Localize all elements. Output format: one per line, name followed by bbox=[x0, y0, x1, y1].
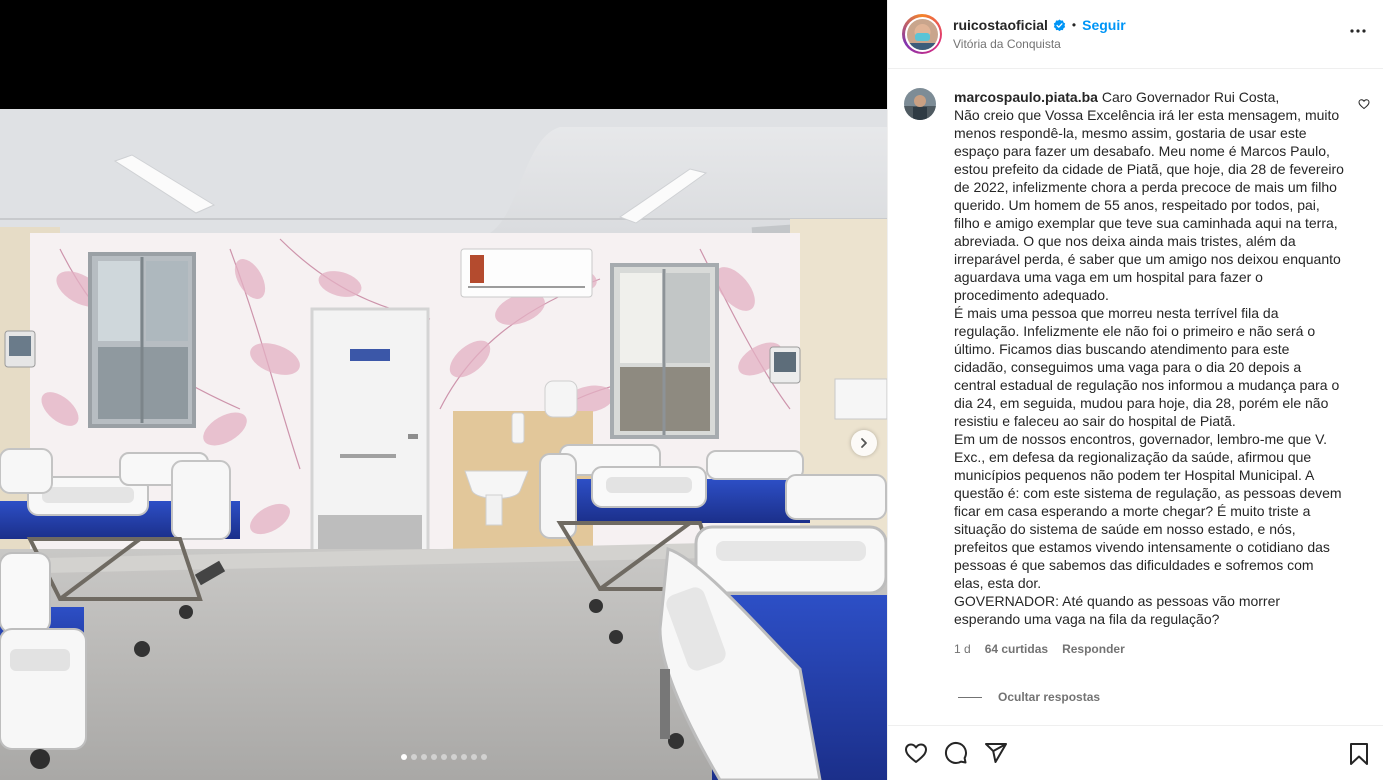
comment-text: marcospaulo.piata.ba Caro Governador Rui… bbox=[954, 88, 1344, 628]
like-button[interactable] bbox=[904, 741, 928, 765]
post-photo[interactable] bbox=[0, 109, 887, 780]
commenter-avatar[interactable] bbox=[904, 88, 936, 120]
header-separator: • bbox=[1071, 18, 1077, 32]
comment-icon bbox=[944, 741, 967, 764]
carousel-next-button[interactable] bbox=[851, 430, 877, 456]
hide-replies-label: Ocultar respostas bbox=[998, 690, 1101, 704]
share-button[interactable] bbox=[984, 741, 1008, 765]
post-location[interactable]: Vitória da Conquista bbox=[953, 37, 1126, 51]
post-media bbox=[0, 0, 887, 780]
carousel-dot bbox=[460, 754, 467, 760]
chevron-right-icon bbox=[861, 438, 867, 448]
comment-button[interactable] bbox=[944, 741, 968, 765]
share-icon bbox=[985, 743, 1007, 763]
comment-time[interactable]: 1 d bbox=[954, 642, 971, 656]
comment-item: marcospaulo.piata.ba Caro Governador Rui… bbox=[888, 70, 1383, 656]
carousel-dot bbox=[400, 754, 407, 760]
carousel-dot bbox=[450, 754, 457, 760]
verified-badge-icon bbox=[1053, 18, 1066, 32]
instagram-post-modal: ruicostaoficial • Seguir Vitória da Conq… bbox=[0, 0, 1383, 780]
carousel-dot bbox=[470, 754, 477, 760]
comments-list[interactable]: marcospaulo.piata.ba Caro Governador Rui… bbox=[888, 70, 1383, 726]
post-header: ruicostaoficial • Seguir Vitória da Conq… bbox=[888, 0, 1383, 69]
save-button[interactable] bbox=[1348, 742, 1370, 771]
author-avatar[interactable] bbox=[902, 14, 942, 54]
carousel-dot bbox=[430, 754, 437, 760]
comment-meta: 1 d 64 curtidas Responder bbox=[954, 642, 1344, 656]
follow-button[interactable]: Seguir bbox=[1082, 17, 1126, 33]
carousel-dot bbox=[440, 754, 447, 760]
reply-button[interactable]: Responder bbox=[1062, 642, 1125, 656]
more-options-icon[interactable] bbox=[1349, 22, 1367, 45]
post-side-panel: ruicostaoficial • Seguir Vitória da Conq… bbox=[887, 0, 1383, 780]
commenter-username[interactable]: marcospaulo.piata.ba bbox=[954, 89, 1098, 105]
author-username[interactable]: ruicostaoficial bbox=[953, 17, 1048, 33]
heart-icon[interactable] bbox=[1358, 97, 1370, 115]
bookmark-icon bbox=[1350, 743, 1368, 765]
post-actions bbox=[888, 725, 1383, 780]
hide-replies-button[interactable]: Ocultar respostas bbox=[958, 690, 1100, 704]
carousel-indicator bbox=[0, 754, 887, 760]
heart-icon bbox=[905, 743, 927, 763]
carousel-dot bbox=[420, 754, 427, 760]
hide-replies-line bbox=[958, 696, 982, 698]
comment-likes[interactable]: 64 curtidas bbox=[985, 642, 1048, 656]
carousel-dot bbox=[410, 754, 417, 760]
comment-body: Caro Governador Rui Costa, Não creio que… bbox=[954, 89, 1344, 627]
carousel-dot bbox=[480, 754, 487, 760]
